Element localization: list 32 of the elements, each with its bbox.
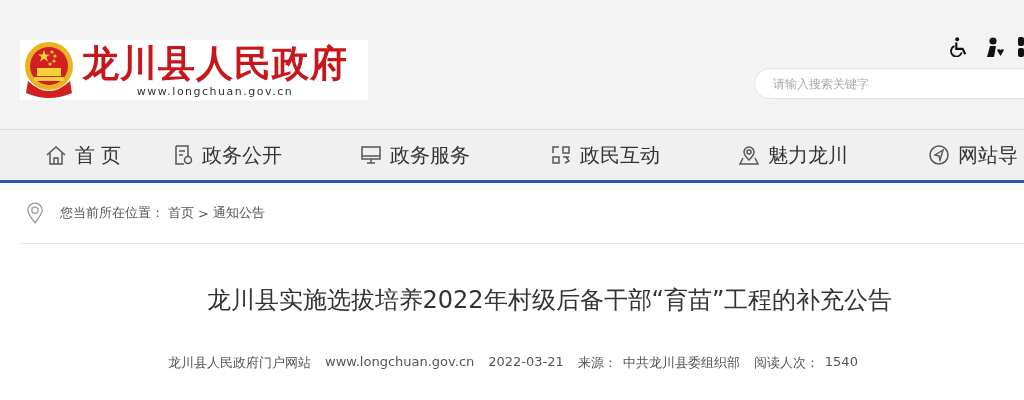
emblem-icon bbox=[22, 41, 76, 99]
breadcrumb-link[interactable]: 通知公告 bbox=[212, 204, 265, 222]
nav-item[interactable]: 政务公开 bbox=[172, 141, 360, 169]
breadcrumb-label: 您当前所在位置： bbox=[60, 204, 164, 222]
nav-item[interactable]: 政民互动 bbox=[550, 141, 738, 169]
logo-panel[interactable]: 龙川县人民政府 www.longchuan.gov.cn bbox=[20, 40, 368, 100]
send-icon bbox=[928, 144, 950, 166]
article-meta: 2022-03-21 bbox=[488, 354, 564, 371]
article-meta: 龙川县人民政府门户网站 bbox=[168, 354, 311, 372]
nav-item[interactable]: 首 页 bbox=[45, 141, 172, 169]
search-field[interactable]: 请输入搜索关键字 bbox=[754, 68, 1024, 99]
breadcrumb-link[interactable]: 首页 bbox=[168, 204, 194, 222]
nav-item[interactable]: 网站导 bbox=[928, 141, 1024, 169]
nav-item[interactable]: 魅力龙川 bbox=[738, 141, 928, 169]
interaction-icon bbox=[550, 144, 572, 166]
nav-item[interactable]: 政务服务 bbox=[360, 141, 550, 169]
article-meta: 1540 bbox=[824, 354, 858, 371]
article-meta: 阅读人次： bbox=[753, 354, 819, 372]
blocks-icon[interactable] bbox=[1018, 37, 1024, 57]
article-title: 龙川县实施选拔培养2022年村级后备干部“育苗”工程的补充公告 bbox=[205, 285, 894, 316]
wheelchair-icon[interactable] bbox=[950, 37, 968, 57]
home-icon bbox=[45, 144, 67, 166]
site-url: www.longchuan.gov.cn bbox=[136, 84, 294, 98]
article-meta: 来源： bbox=[577, 354, 617, 372]
document-icon bbox=[172, 144, 194, 166]
location-icon bbox=[26, 202, 44, 224]
breadcrumb-separator: > bbox=[198, 205, 209, 221]
article-meta: 中共龙川县委组织部 bbox=[622, 354, 740, 372]
site-name: 龙川县人民政府 bbox=[82, 42, 348, 85]
article-meta: www.longchuan.gov.cn bbox=[325, 354, 475, 371]
monitor-icon bbox=[360, 144, 382, 166]
map-pin-icon bbox=[738, 144, 760, 166]
